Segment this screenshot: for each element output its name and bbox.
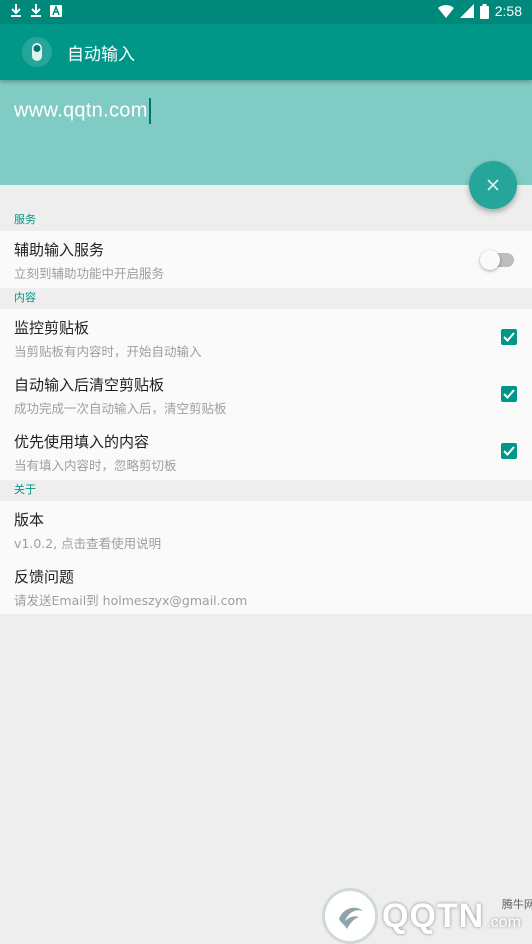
status-bar: 2:58: [0, 0, 532, 24]
pref-title: 优先使用填入的内容: [14, 433, 150, 451]
download-icon: [31, 4, 41, 17]
pref-summary: 请发送Email到 holmeszyx@gmail.com: [14, 593, 248, 608]
status-left-icons: [10, 4, 62, 18]
settings-list: 服务 辅助输入服务 立刻到辅助功能中开启服务 内容 监控剪贴板 当剪贴板有内容时…: [0, 185, 532, 615]
text-caret: [148, 98, 151, 124]
pref-title: 反馈问题: [14, 568, 75, 586]
app-bar: 自动输入: [0, 24, 532, 80]
prefer-filled-checkbox[interactable]: [501, 443, 517, 459]
signal-icon: [459, 4, 474, 18]
pref-summary: 立刻到辅助功能中开启服务: [14, 266, 165, 281]
app-toggle-icon: [22, 37, 52, 67]
pref-title: 自动输入后清空剪贴板: [14, 376, 165, 394]
clear-button[interactable]: [469, 161, 517, 209]
pref-accessibility-service[interactable]: 辅助输入服务 立刻到辅助功能中开启服务: [0, 231, 532, 288]
battery-icon: [479, 3, 489, 19]
check-icon: [503, 389, 515, 399]
download-icon: [11, 4, 21, 17]
clear-clipboard-checkbox[interactable]: [501, 386, 517, 402]
pref-summary: 当剪贴板有内容时，开始自动输入: [14, 344, 202, 359]
watermark-logo-icon: [322, 888, 378, 944]
check-icon: [503, 332, 515, 342]
auto-input-text-area[interactable]: www.qqtn.com: [0, 80, 532, 185]
switch-thumb: [480, 250, 500, 270]
close-icon: [487, 179, 499, 191]
input-field[interactable]: www.qqtn.com: [14, 98, 151, 124]
wifi-icon: [437, 5, 454, 18]
input-value: www.qqtn.com: [14, 99, 148, 122]
watermark: QQTN .com 腾牛网: [322, 888, 532, 944]
pref-prefer-filled[interactable]: 优先使用填入的内容 当有填入内容时，忽略剪切板: [0, 423, 532, 480]
pref-summary: 成功完成一次自动输入后，清空剪贴板: [14, 401, 227, 416]
pref-title: 监控剪贴板: [14, 319, 90, 337]
pref-monitor-clipboard[interactable]: 监控剪贴板 当剪贴板有内容时，开始自动输入: [0, 309, 532, 366]
section-header-service: 服务: [14, 213, 36, 226]
watermark-suffix: .com: [486, 914, 521, 931]
notification-a-icon: [50, 5, 62, 17]
pref-summary: 当有填入内容时，忽略剪切板: [14, 458, 177, 473]
pref-clear-clipboard[interactable]: 自动输入后清空剪贴板 成功完成一次自动输入后，清空剪贴板: [0, 366, 532, 423]
section-header-about: 关于: [14, 483, 36, 496]
status-right-icons: 2:58: [437, 3, 522, 19]
app-title: 自动输入: [67, 45, 135, 65]
status-time: 2:58: [494, 3, 522, 19]
pref-feedback[interactable]: 反馈问题 请发送Email到 holmeszyx@gmail.com: [0, 558, 532, 615]
service-switch[interactable]: [480, 250, 514, 270]
section-header-content: 内容: [14, 291, 36, 304]
watermark-brand: QQTN: [382, 896, 485, 935]
check-icon: [503, 446, 515, 456]
monitor-clipboard-checkbox[interactable]: [501, 329, 517, 345]
pref-title: 辅助输入服务: [14, 241, 105, 259]
pref-version[interactable]: 版本 v1.0.2, 点击查看使用说明: [0, 501, 532, 558]
pref-summary: v1.0.2, 点击查看使用说明: [14, 536, 162, 551]
pref-title: 版本: [14, 511, 45, 529]
watermark-cn: 腾牛网: [501, 898, 532, 911]
